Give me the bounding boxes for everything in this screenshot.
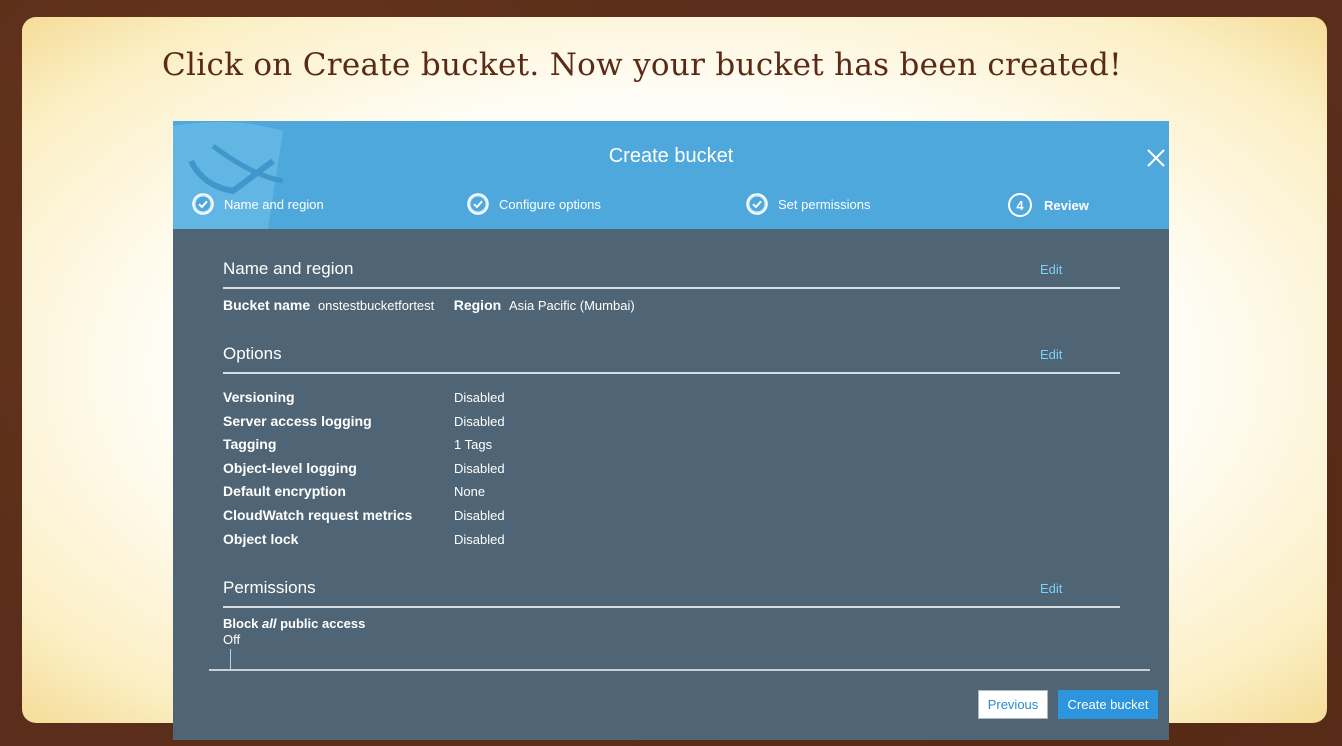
previous-button[interactable]: Previous	[978, 690, 1048, 719]
check-circle-icon	[467, 193, 489, 215]
check-circle-icon	[192, 193, 214, 215]
edit-name-region-link[interactable]: Edit	[1040, 262, 1062, 277]
check-circle-icon	[746, 193, 768, 215]
step-configure-options[interactable]: Configure options	[467, 193, 601, 215]
slide-title: Click on Create bucket. Now your bucket …	[162, 47, 1122, 83]
dialog-header: Create bucket Name and region Configure …	[173, 121, 1169, 229]
block-prefix: Block	[223, 616, 263, 631]
option-value: Disabled	[454, 532, 505, 547]
option-value: None	[454, 484, 486, 499]
step-label: Name and region	[224, 196, 324, 212]
block-public-access-label: Block all public access	[223, 616, 365, 631]
option-label: Default encryption	[223, 483, 346, 499]
slide-panel: Click on Create bucket. Now your bucket …	[22, 17, 1327, 740]
section-heading: Permissions	[223, 578, 316, 597]
block-public-access-value: Off	[223, 632, 241, 647]
region-value: Asia Pacific (Mumbai)	[508, 298, 635, 313]
section-name-and-region: Name and region Edit	[223, 257, 1120, 289]
step-number: 4	[1008, 193, 1032, 217]
option-value: 1 Tags	[454, 437, 493, 452]
option-value: Disabled	[454, 508, 505, 523]
section-options: Options Edit	[223, 342, 1120, 374]
section-heading: Options	[223, 344, 282, 363]
block-emphasis: all	[262, 616, 277, 631]
option-label: Server access logging	[223, 413, 372, 429]
step-set-permissions[interactable]: Set permissions	[746, 193, 870, 215]
option-label: Tagging	[223, 436, 277, 452]
option-value: Disabled	[454, 390, 505, 405]
step-label: Configure options	[499, 196, 601, 212]
option-value: Disabled	[454, 461, 505, 476]
section-heading: Name and region	[223, 259, 354, 278]
step-review[interactable]: 4 Review	[1008, 193, 1089, 217]
step-label: Review	[1044, 197, 1089, 213]
create-bucket-button[interactable]: Create bucket	[1058, 690, 1158, 719]
dialog-title: Create bucket	[608, 145, 734, 167]
divider-tick	[230, 649, 231, 669]
block-suffix: public access	[276, 616, 366, 631]
option-label: CloudWatch request metrics	[223, 507, 413, 523]
edit-permissions-link[interactable]: Edit	[1040, 581, 1062, 596]
step-name-and-region[interactable]: Name and region	[192, 193, 324, 215]
option-label: Versioning	[223, 389, 295, 405]
bucket-name-label: Bucket name	[223, 297, 311, 313]
bucket-name-value: onstestbucketfortest	[317, 298, 435, 313]
region-label: Region	[453, 297, 502, 313]
section-permissions: Permissions Edit	[223, 576, 1120, 608]
edit-options-link[interactable]: Edit	[1040, 347, 1062, 362]
create-bucket-dialog: Create bucket Name and region Configure …	[173, 121, 1169, 740]
option-label: Object lock	[223, 531, 299, 547]
footer-divider	[209, 669, 1150, 671]
close-icon[interactable]	[1145, 147, 1167, 169]
option-value: Disabled	[454, 414, 505, 429]
bucket-summary-row: Bucket name onstestbucketfortest Region …	[223, 297, 635, 313]
option-label: Object-level logging	[223, 460, 357, 476]
step-label: Set permissions	[778, 196, 871, 212]
